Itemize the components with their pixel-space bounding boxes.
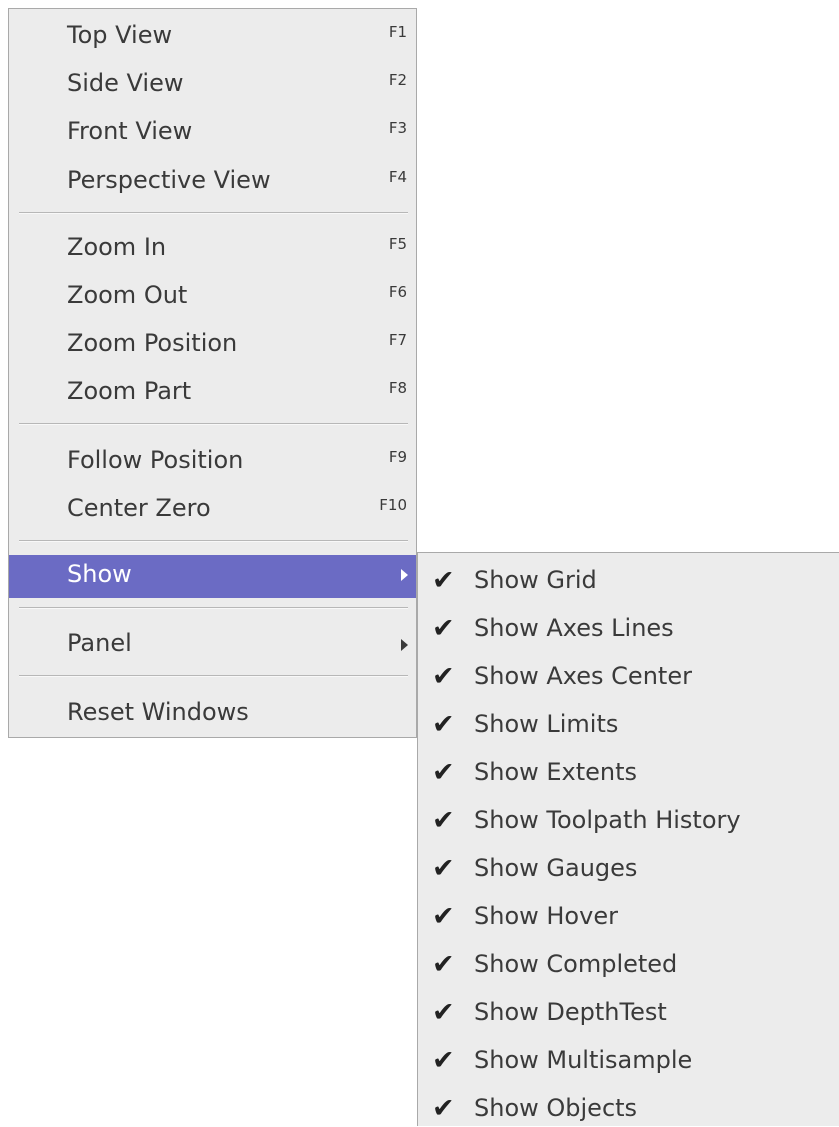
menu-item-follow-position[interactable]: Follow Position F9 (9, 446, 416, 486)
submenu-item-label: Show Grid (474, 566, 597, 594)
submenu-item-show-multisample[interactable]: ✔ Show Multisample (418, 1045, 839, 1086)
menu-separator (19, 212, 408, 214)
submenu-item-label: Show Extents (474, 758, 638, 786)
submenu-arrow-icon (401, 639, 408, 651)
checkmark-icon: ✔ (432, 613, 455, 644)
menu-item-shortcut: F5 (388, 235, 407, 253)
menu-item-label: Show (67, 560, 132, 588)
submenu-item-label: Show Hover (474, 902, 618, 930)
menu-item-zoom-in[interactable]: Zoom In F5 (9, 233, 416, 273)
menu-item-label: Zoom In (67, 233, 167, 261)
menu-item-shortcut: F1 (388, 23, 407, 41)
menu-item-shortcut: F6 (388, 283, 407, 301)
submenu-item-show-objects[interactable]: ✔ Show Objects (418, 1093, 839, 1127)
submenu-item-show-completed[interactable]: ✔ Show Completed (418, 949, 839, 990)
view-context-menu: Top View F1 Side View F2 Front View F3 P… (8, 8, 417, 738)
menu-item-zoom-part[interactable]: Zoom Part F8 (9, 377, 416, 417)
submenu-item-label: Show Completed (474, 950, 678, 978)
submenu-item-show-gauges[interactable]: ✔ Show Gauges (418, 853, 839, 894)
menu-item-label: Perspective View (67, 166, 271, 194)
menu-item-panel[interactable]: Panel (9, 629, 416, 669)
menu-item-label: Panel (67, 629, 132, 657)
submenu-item-label: Show Gauges (474, 854, 638, 882)
menu-item-center-zero[interactable]: Center Zero F10 (9, 494, 416, 534)
menu-item-label: Zoom Out (67, 281, 188, 309)
checkmark-icon: ✔ (432, 1045, 455, 1076)
submenu-item-label: Show Axes Center (474, 662, 692, 690)
checkmark-icon: ✔ (432, 757, 455, 788)
menu-item-label: Top View (67, 21, 173, 49)
checkmark-icon: ✔ (432, 1093, 455, 1124)
menu-item-reset-windows[interactable]: Reset Windows (9, 698, 416, 734)
submenu-item-label: Show Objects (474, 1094, 638, 1122)
menu-item-shortcut: F8 (388, 379, 407, 397)
menu-item-label: Follow Position (67, 446, 244, 474)
menu-item-label: Side View (67, 69, 184, 97)
checkmark-icon: ✔ (432, 949, 455, 980)
submenu-item-show-extents[interactable]: ✔ Show Extents (418, 757, 839, 798)
menu-item-zoom-position[interactable]: Zoom Position F7 (9, 329, 416, 369)
submenu-item-show-toolpath-history[interactable]: ✔ Show Toolpath History (418, 805, 839, 846)
checkmark-icon: ✔ (432, 709, 455, 740)
menu-separator (19, 540, 408, 542)
checkmark-icon: ✔ (432, 661, 455, 692)
submenu-item-show-hover[interactable]: ✔ Show Hover (418, 901, 839, 942)
submenu-item-show-axes-lines[interactable]: ✔ Show Axes Lines (418, 613, 839, 654)
menu-item-shortcut: F4 (388, 168, 407, 186)
menu-item-zoom-out[interactable]: Zoom Out F6 (9, 281, 416, 321)
menu-item-perspective-view[interactable]: Perspective View F4 (9, 166, 416, 206)
menu-item-shortcut: F3 (388, 119, 407, 137)
menu-item-shortcut: F7 (388, 331, 407, 349)
submenu-item-show-axes-center[interactable]: ✔ Show Axes Center (418, 661, 839, 702)
menu-item-shortcut: F10 (379, 496, 407, 514)
checkmark-icon: ✔ (432, 853, 455, 884)
submenu-item-label: Show Multisample (474, 1046, 693, 1074)
submenu-item-show-depthtest[interactable]: ✔ Show DepthTest (418, 997, 839, 1038)
submenu-item-label: Show DepthTest (474, 998, 667, 1026)
menu-item-side-view[interactable]: Side View F2 (9, 69, 416, 109)
submenu-item-show-limits[interactable]: ✔ Show Limits (418, 709, 839, 750)
submenu-item-label: Show Axes Lines (474, 614, 674, 642)
show-submenu: ✔ Show Grid ✔ Show Axes Lines ✔ Show Axe… (417, 552, 839, 1126)
menu-item-shortcut: F2 (388, 71, 407, 89)
menu-item-label: Center Zero (67, 494, 211, 522)
submenu-item-label: Show Limits (474, 710, 619, 738)
checkmark-icon: ✔ (432, 805, 455, 836)
menu-item-label: Reset Windows (67, 698, 249, 726)
menu-item-show[interactable]: Show (9, 555, 416, 598)
menu-item-label: Zoom Position (67, 329, 238, 357)
submenu-arrow-icon (401, 569, 408, 581)
menu-separator (19, 607, 408, 609)
submenu-item-show-grid[interactable]: ✔ Show Grid (418, 565, 839, 606)
checkmark-icon: ✔ (432, 901, 455, 932)
menu-separator (19, 423, 408, 425)
checkmark-icon: ✔ (432, 565, 455, 596)
menu-item-shortcut: F9 (388, 448, 407, 466)
menu-item-label: Front View (67, 117, 193, 145)
checkmark-icon: ✔ (432, 997, 455, 1028)
submenu-item-label: Show Toolpath History (474, 806, 741, 834)
menu-separator (19, 675, 408, 677)
menu-item-top-view[interactable]: Top View F1 (9, 21, 416, 61)
menu-item-front-view[interactable]: Front View F3 (9, 117, 416, 157)
menu-item-label: Zoom Part (67, 377, 192, 405)
